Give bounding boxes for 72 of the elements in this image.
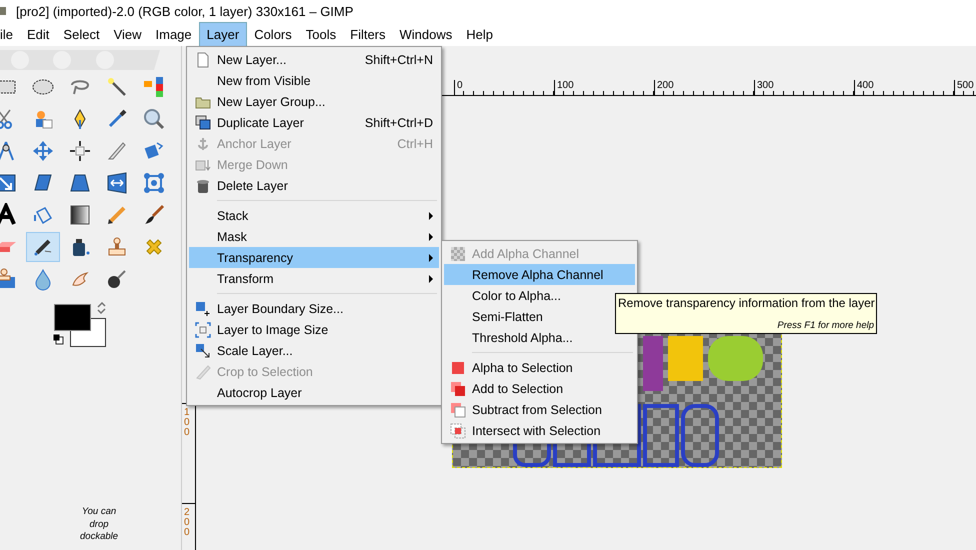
stacked-pictures-icon (195, 114, 211, 130)
menu-bar-item[interactable]: Edit (20, 22, 56, 46)
menu-item[interactable]: Layer Boundary Size... (189, 298, 439, 319)
help-hint: Press F1 for more help (777, 320, 874, 331)
menu-item[interactable]: Alpha to Selection (444, 357, 635, 378)
menu-item[interactable]: New from Visible (189, 70, 439, 91)
page-icon (195, 52, 211, 68)
menu-item[interactable]: Layer to Image Size (189, 319, 439, 340)
menu-bar-item[interactable]: Image (148, 22, 199, 46)
overlapping-squares-icon (450, 380, 466, 396)
align-icon (68, 139, 92, 163)
move-arrows-icon (31, 139, 55, 163)
menu-item[interactable]: New Layer Group... (189, 91, 439, 112)
stamp-on-square-icon (0, 267, 18, 291)
default-colors-icon[interactable] (53, 334, 64, 345)
node-cage-icon (142, 171, 166, 195)
swap-arrows-icon[interactable] (96, 302, 107, 314)
flip-icon (105, 171, 129, 195)
subtract-squares-icon (450, 402, 466, 418)
menu-bar-item[interactable]: Filters (343, 22, 393, 46)
color-squares-icon (142, 75, 166, 99)
tooltip-text: Remove transparency information from the layer (618, 296, 874, 310)
shortcut-label: Ctrl+H (397, 136, 434, 150)
ruler-label: 100 (184, 408, 190, 438)
app-icon (0, 4, 8, 18)
tool-button[interactable] (26, 232, 60, 262)
menu-item[interactable]: Autocrop Layer (189, 382, 439, 403)
shortcut-label: Shift+Ctrl+N (364, 52, 434, 66)
ruler-label: 200 (184, 508, 190, 538)
window-title: [pro2] (imported)-2.0 (RGB color, 1 layer) 330x161 – GIMP (16, 4, 354, 18)
ruler-label: 300 (756, 80, 774, 91)
menu-item[interactable]: Mask (189, 226, 439, 247)
ruler-label: 500 (956, 80, 974, 91)
trash-can-icon (195, 178, 211, 194)
ruler-label: 400 (856, 80, 874, 91)
menu-item[interactable]: Delete Layer (189, 175, 439, 196)
drop-hint-text: You can drop dockable (80, 506, 118, 544)
shortcut-label: Shift+Ctrl+D (364, 116, 434, 130)
menu-item[interactable]: Transform (189, 268, 439, 289)
menu-item[interactable]: Intersect with Selection (444, 420, 635, 441)
menu-bar-item[interactable]: Colors (247, 22, 299, 46)
menu-bar-item[interactable]: Help (459, 22, 500, 46)
menu-item[interactable]: Threshold Alpha... (444, 327, 635, 348)
ruler-label: 200 (656, 80, 674, 91)
menu-item[interactable]: Remove Alpha Channel (444, 264, 635, 285)
menu-item[interactable]: Duplicate Layer Shift+Ctrl+D (189, 112, 439, 133)
menu-item[interactable]: Transparency (189, 247, 439, 268)
menu-item[interactable]: Add to Selection (444, 378, 635, 399)
menu-bar-item[interactable]: Windows (392, 22, 460, 46)
menu-item[interactable]: New Layer... Shift+Ctrl+N (189, 49, 439, 70)
checker-square-icon (450, 246, 466, 262)
search-icon (142, 107, 166, 131)
square-arrow-icon (195, 342, 211, 358)
menu-bar-item[interactable]: Layer (198, 22, 248, 46)
menu-item[interactable]: Scale Layer... (189, 340, 439, 361)
menu-bar-item[interactable]: Tools (298, 22, 344, 46)
filled-square-icon (450, 360, 466, 376)
gradient-square-icon (68, 203, 92, 227)
menu-item[interactable]: Subtract from Selection (444, 399, 635, 420)
menu-bar-item[interactable]: Select (56, 22, 107, 46)
ruler-label: 100 (556, 80, 574, 91)
intersect-squares-icon (450, 422, 466, 438)
color-swatches-drawing[interactable] (52, 304, 106, 347)
menu-bar-item[interactable]: View (106, 22, 149, 46)
dashed-corners-icon (195, 322, 211, 338)
anchor-icon (195, 136, 211, 152)
menu-item[interactable]: Stack (189, 205, 439, 226)
a-shape-icon (0, 203, 18, 227)
blade-icon (195, 364, 211, 380)
ruler-label: 0 (456, 80, 463, 91)
menu-bar-item[interactable]: ile (0, 22, 20, 46)
square-plus-icon (195, 300, 211, 316)
